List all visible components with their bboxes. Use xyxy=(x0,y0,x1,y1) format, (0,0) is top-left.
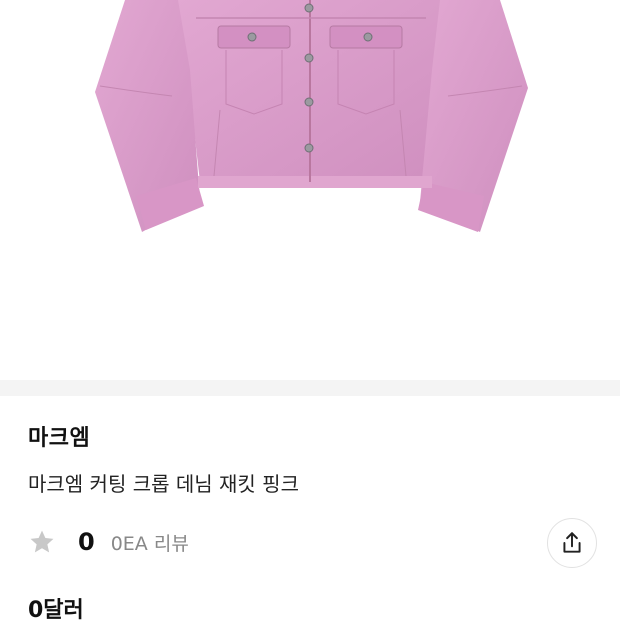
product-title: 마크엠 커팅 크롭 데님 재킷 핑크 xyxy=(28,472,299,496)
share-button[interactable] xyxy=(547,518,597,568)
star-icon xyxy=(28,528,56,556)
section-divider xyxy=(0,380,620,396)
price: 0달러 xyxy=(28,598,84,623)
pink-denim-jacket-illustration xyxy=(95,0,528,232)
rating-row[interactable]: 0 0EA 리뷰 xyxy=(28,524,189,560)
review-count[interactable]: 0EA 리뷰 xyxy=(111,529,189,556)
product-image xyxy=(0,0,620,380)
rating-value: 0 xyxy=(78,528,95,556)
share-icon xyxy=(559,530,585,556)
brand-name[interactable]: 마크엠 xyxy=(28,420,90,452)
